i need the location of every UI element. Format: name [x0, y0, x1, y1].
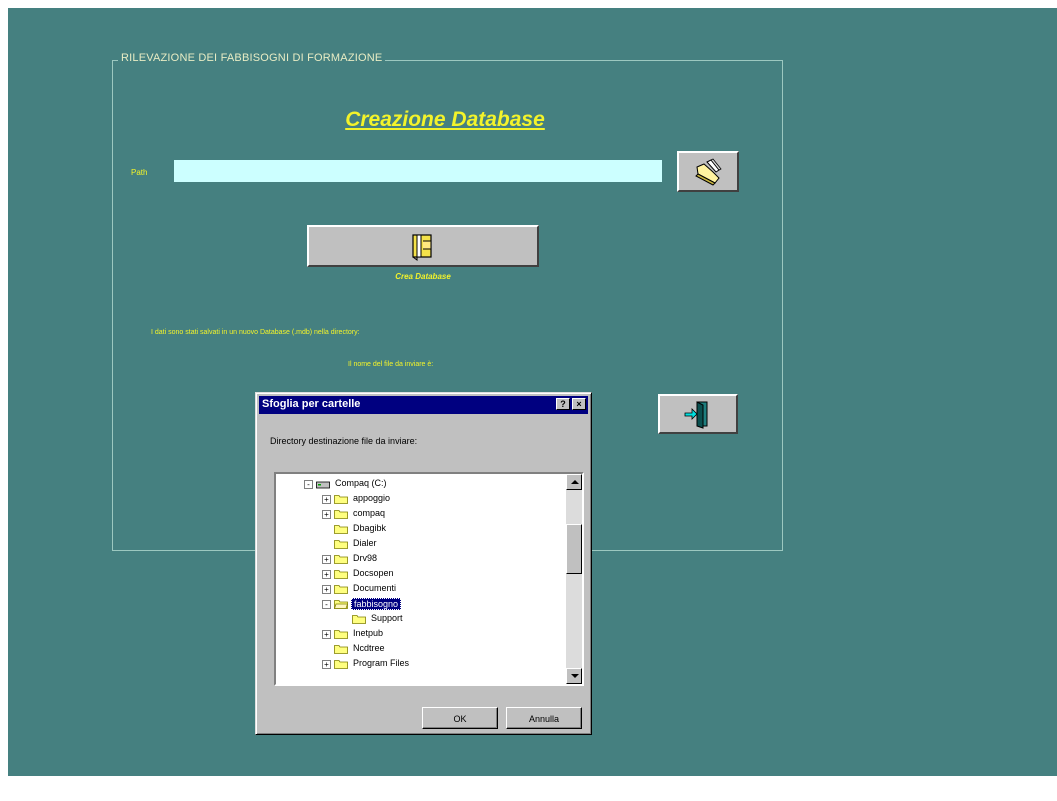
- folder-icon: [334, 525, 348, 534]
- scroll-down-button[interactable]: [566, 668, 582, 684]
- drive-icon: [316, 481, 330, 489]
- folder-icon: [334, 570, 348, 579]
- page-title: Creazione Database: [345, 108, 545, 131]
- expand-icon[interactable]: +: [322, 630, 331, 639]
- dialog-titlebar[interactable]: Sfoglia per cartelle ? ×: [259, 396, 588, 414]
- exit-door-icon: [684, 401, 708, 429]
- close-button[interactable]: ×: [572, 398, 586, 410]
- tree-item-label: Support: [371, 613, 403, 623]
- folder-icon: [334, 630, 348, 639]
- tree-item-label: Drv98: [353, 553, 378, 563]
- browse-folder-dialog: Sfoglia per cartelle ? × Directory desti…: [255, 392, 592, 735]
- tree-item[interactable]: - fabbisogno: [276, 597, 566, 612]
- expand-icon[interactable]: +: [322, 660, 331, 669]
- folder-icon: [334, 495, 348, 504]
- browse-folder-button[interactable]: [677, 151, 739, 192]
- folder-icon: [334, 540, 348, 549]
- dialog-prompt: Directory destinazione file da inviare:: [270, 436, 418, 446]
- folder-browse-icon: [695, 157, 722, 186]
- folder-icon: [352, 615, 366, 624]
- saved-info-text: I dati sono stati salvati in un nuovo Da…: [151, 329, 360, 336]
- tree-item[interactable]: Dialer: [276, 537, 566, 552]
- expand-icon[interactable]: +: [322, 495, 331, 504]
- tree-item[interactable]: Ncdtree: [276, 642, 566, 657]
- collapse-icon[interactable]: -: [322, 600, 331, 609]
- help-button[interactable]: ?: [556, 398, 570, 410]
- scroll-up-button[interactable]: [566, 474, 582, 490]
- cancel-button[interactable]: Annulla: [506, 707, 582, 729]
- tree-item[interactable]: - Compaq (C:): [276, 477, 566, 492]
- folder-tree[interactable]: - Compaq (C:) + appoggio + compaq Dbagibk Diale…: [274, 472, 584, 686]
- folder-icon: [334, 645, 348, 654]
- tree-item[interactable]: Dbagibk: [276, 522, 566, 537]
- tree-item-label: appoggio: [353, 493, 391, 503]
- path-input[interactable]: [174, 160, 662, 182]
- dialog-title: Sfoglia per cartelle: [262, 398, 361, 410]
- tree-item[interactable]: + Documenti: [276, 582, 566, 597]
- tree-item[interactable]: + compaq: [276, 507, 566, 522]
- filename-info-text: Il nome del file da inviare è:: [348, 361, 434, 368]
- folder-icon: [334, 660, 348, 669]
- tree-item[interactable]: Support: [276, 612, 566, 627]
- tree-item-label: Docsopen: [353, 568, 394, 578]
- tree-item-label: Inetpub: [353, 628, 384, 638]
- scroll-thumb[interactable]: [566, 524, 582, 574]
- ok-button[interactable]: OK: [422, 707, 498, 729]
- tree-item-label: fabbisogno: [351, 598, 402, 610]
- expand-icon[interactable]: +: [322, 570, 331, 579]
- open-folder-icon: [334, 600, 348, 609]
- tree-item[interactable]: + Docsopen: [276, 567, 566, 582]
- create-database-button[interactable]: [307, 225, 539, 267]
- tree-scrollbar[interactable]: [566, 474, 582, 684]
- exit-button[interactable]: [658, 394, 738, 434]
- path-label: Path: [131, 168, 148, 177]
- collapse-icon[interactable]: -: [304, 480, 313, 489]
- tree-item-label: Documenti: [353, 583, 397, 593]
- tree-item-label: Program Files: [353, 658, 410, 668]
- expand-icon[interactable]: +: [322, 510, 331, 519]
- frame-legend: RILEVAZIONE DEI FABBISOGNI DI FORMAZIONE: [118, 52, 386, 64]
- expand-icon[interactable]: +: [322, 555, 331, 564]
- tree-item-label: compaq: [353, 508, 386, 518]
- create-database-label: Crea Database: [395, 272, 451, 281]
- tree-item-label: Dialer: [353, 538, 377, 548]
- tree-item[interactable]: + Drv98: [276, 552, 566, 567]
- folder-icon: [334, 585, 348, 594]
- tree-item[interactable]: + appoggio: [276, 492, 566, 507]
- tree-item[interactable]: + Inetpub: [276, 627, 566, 642]
- tree-item-label: Compaq (C:): [335, 478, 387, 488]
- folder-icon: [334, 555, 348, 564]
- folder-icon: [334, 510, 348, 519]
- tree-item-label: Dbagibk: [353, 523, 387, 533]
- create-database-icon: [412, 234, 432, 261]
- tree-item-label: Ncdtree: [353, 643, 385, 653]
- tree-item[interactable]: + Program Files: [276, 657, 566, 672]
- expand-icon[interactable]: +: [322, 585, 331, 594]
